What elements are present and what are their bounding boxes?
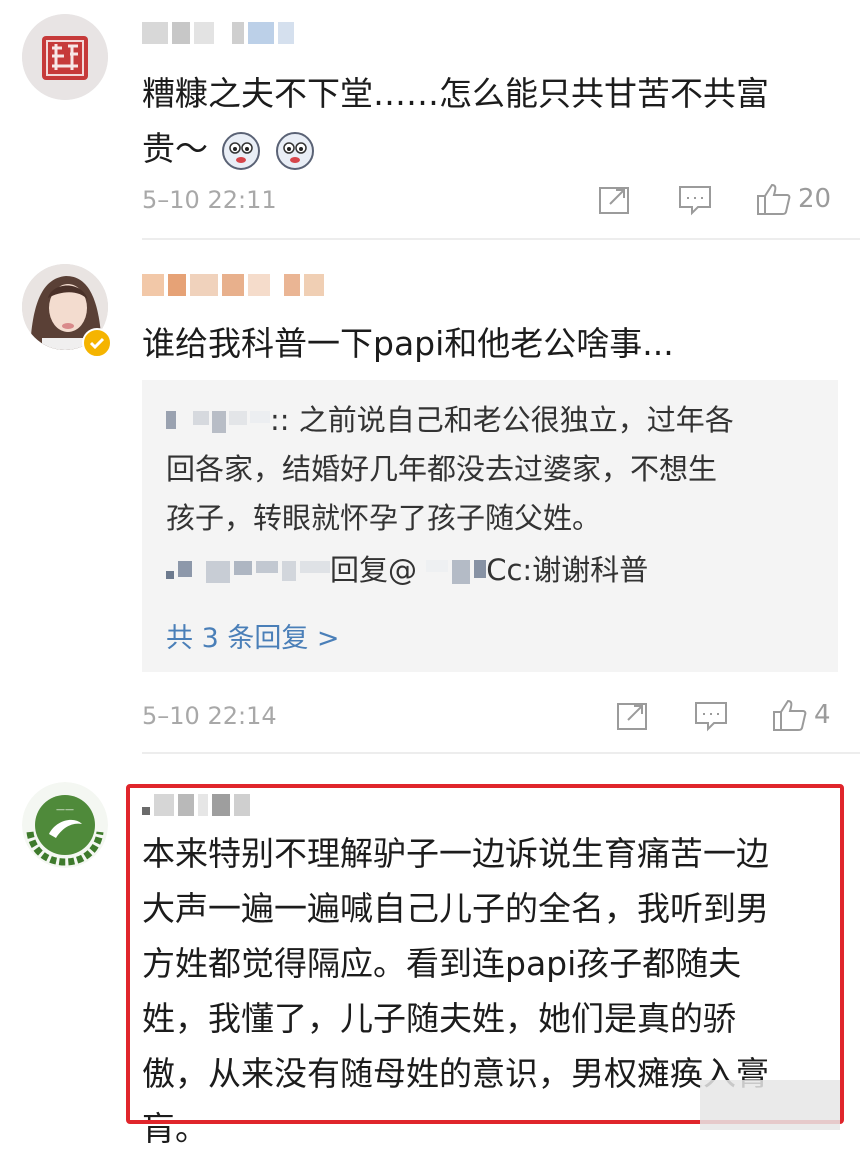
view-more-replies-link[interactable]: 共 3 条回复 > [166,616,340,655]
comment-button[interactable] [678,184,712,216]
emoji-icon [275,131,315,171]
comment-text: 糟糠之夫不下堂……怎么能只共甘苦不共富 贵～ [142,66,769,176]
laurel-emblem-avatar: —— [22,782,108,868]
emoji-icon [221,131,261,171]
reply-text: Cc:谢谢科普 [486,553,649,587]
reply-author-blurred[interactable] [166,411,270,433]
share-icon [617,703,647,730]
comment-text-fragment: 贵～ [142,129,208,168]
verified-badge-icon [82,328,112,358]
mention-blurred[interactable] [426,560,487,584]
like-button[interactable]: 4 [772,698,831,732]
comment-2: 谁给我科普一下papi和他老公啥事... :: 之前说自己和老公很独立，过年各 … [0,240,860,756]
avatar[interactable]: —— [22,782,108,868]
reply-preview-box[interactable]: :: 之前说自己和老公很独立，过年各 回各家，结婚好几年都没去过婆家，不想生 孩… [142,380,838,672]
timestamp: 5–10 22:11 [142,186,277,214]
reply-text: :: 之前说自己和老公很独立，过年各 [270,403,734,437]
thumbs-up-icon [773,699,807,731]
timestamp: 5–10 22:14 [142,702,277,730]
username-blurred[interactable] [142,272,324,298]
avatar[interactable] [22,14,108,100]
comment-text-line: 贵～ [142,121,769,176]
username-blurred[interactable] [142,20,294,46]
reply-text: 回复@ [330,553,418,587]
comment-icon [679,186,711,216]
like-count: 20 [798,184,832,214]
comment-icon [695,702,727,732]
highlight-box [126,784,844,1124]
reply-line: 回复@ Cc:谢谢科普 [166,546,648,595]
comment-text-line: 糟糠之夫不下堂……怎么能只共甘苦不共富 [142,74,769,113]
share-icon [599,187,629,214]
share-button[interactable] [616,700,650,732]
like-count: 4 [814,700,831,730]
watermark-blur [700,1080,840,1130]
like-button[interactable]: 20 [756,182,831,216]
comment-1: 糟糠之夫不下堂……怎么能只共甘苦不共富 贵～ 5–10 22:11 20 [0,0,860,240]
reply-line: 孩子，转眼就怀孕了孩子随父姓。 [166,501,602,535]
share-button[interactable] [598,184,632,216]
comment-button[interactable] [694,700,728,732]
reply-author-blurred[interactable] [166,561,330,583]
svg-text:——: —— [56,805,74,815]
thumbs-up-icon [757,183,791,215]
reply-line: :: 之前说自己和老公很独立，过年各 [166,396,734,445]
reply-line: 回各家，结婚好几年都没去过婆家，不想生 [166,452,718,486]
seal-avatar-image [22,14,108,100]
divider [142,752,860,754]
comment-text: 谁给我科普一下papi和他老公啥事... [142,324,674,363]
